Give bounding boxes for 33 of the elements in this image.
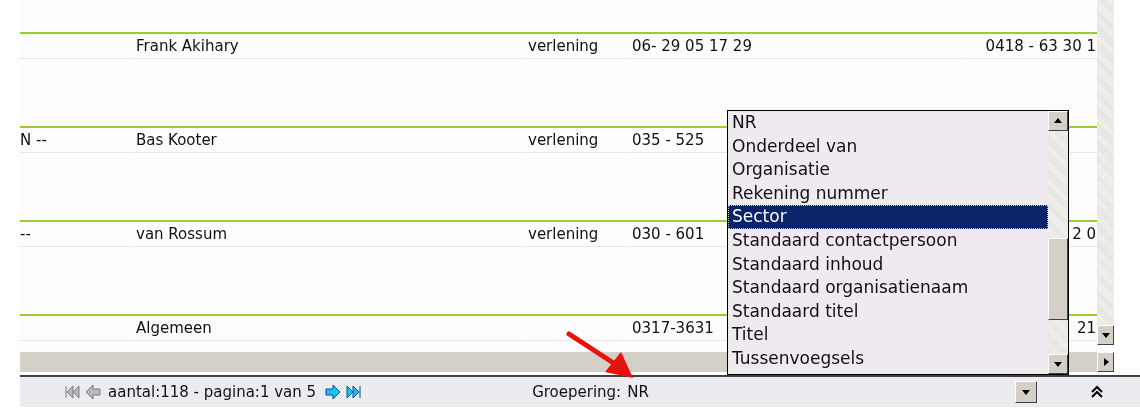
caret-icon: [1053, 359, 1063, 369]
grouping-label: Groepering:: [532, 383, 622, 401]
caret-icon: [1100, 330, 1111, 340]
scroll-up-button[interactable]: [1048, 111, 1068, 131]
table-cell: verlening: [524, 34, 626, 59]
scroll-thumb[interactable]: [1048, 238, 1068, 320]
dropdown-option[interactable]: Tussenvoegsels: [728, 346, 1048, 371]
scroll-down-button[interactable]: [1048, 354, 1068, 374]
grouping-select[interactable]: NR: [627, 380, 1038, 404]
table-cell: 06- 29 05 17 29: [628, 34, 961, 59]
table-cell: verlening: [524, 222, 626, 247]
dropdown-option[interactable]: Organisatie: [728, 158, 1048, 182]
collapse-icon[interactable]: [1090, 385, 1104, 399]
caret-icon: [1021, 387, 1032, 397]
arrow-icon[interactable]: [324, 383, 343, 401]
scroll-down-button[interactable]: [1097, 325, 1114, 345]
dropdown-option[interactable]: Sector: [728, 205, 1048, 229]
table-cell: N --: [20, 128, 130, 153]
caret-icon: [1053, 116, 1063, 126]
dropdown-option[interactable]: Standaard organisatienaam: [728, 276, 1048, 300]
pager-text: aantal:118 - pagina:1 van 5: [108, 383, 317, 401]
dropdown-option[interactable]: Standaard inhoud: [728, 252, 1048, 277]
table-cell: van Rossum: [132, 222, 522, 247]
table-cell: Bas Kooter: [132, 128, 522, 153]
table-cell: Frank Akihary: [132, 34, 522, 59]
table-cell: --: [20, 222, 130, 247]
table-cell: verlening: [524, 128, 626, 153]
table-cell: Algemeen: [132, 316, 522, 341]
vertical-scrollbar[interactable]: [1097, 0, 1114, 345]
double-arrow-icon[interactable]: [344, 383, 363, 401]
dropdown-list[interactable]: NR Onderdeel van Organisatie Rekening nummer Sector Standaard contactpersoon Standaard inhoud Standaard organisatienaam Standaard titel Titel Tussenvoegsels: [727, 110, 1069, 375]
dropdown-option[interactable]: Rekening nummer: [728, 181, 1048, 206]
scroll-right-button[interactable]: [1097, 352, 1114, 372]
